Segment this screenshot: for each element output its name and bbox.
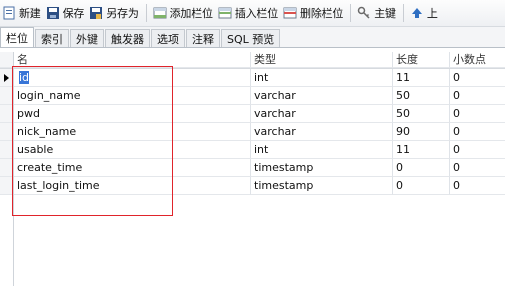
toolbar-separator xyxy=(402,4,404,22)
table-row[interactable]: pwd varchar 50 0 xyxy=(0,105,505,123)
field-decimals-cell[interactable]: 0 xyxy=(450,123,505,141)
toolbar-separator xyxy=(350,4,352,22)
tab-options[interactable]: 选项 xyxy=(151,29,185,47)
insert-field-icon xyxy=(218,6,232,20)
add-field-button[interactable]: 添加栏位 xyxy=(151,2,216,24)
field-name-cell[interactable]: pwd xyxy=(14,105,251,123)
row-indicator-cell xyxy=(0,105,14,123)
row-indicator-cell xyxy=(0,123,14,141)
row-indicator-cell xyxy=(0,87,14,105)
field-name-cell[interactable]: last_login_time xyxy=(14,177,251,195)
field-decimals-cell[interactable]: 0 xyxy=(450,177,505,195)
primary-key-label: 主键 xyxy=(374,7,396,20)
key-icon xyxy=(357,6,371,20)
fields-grid: 名 类型 长度 小数点 id int 11 0 login_name varch… xyxy=(0,48,505,286)
field-length-cell[interactable]: 11 xyxy=(393,141,450,159)
field-length-cell[interactable]: 50 xyxy=(393,87,450,105)
field-type-cell[interactable]: varchar xyxy=(251,105,393,123)
field-decimals-cell[interactable]: 0 xyxy=(450,69,505,87)
field-length-cell[interactable]: 0 xyxy=(393,159,450,177)
tab-sql-preview[interactable]: SQL 预览 xyxy=(221,29,281,47)
header-type[interactable]: 类型 xyxy=(251,52,393,68)
field-name-cell[interactable]: id xyxy=(14,69,251,87)
table-row[interactable]: nick_name varchar 90 0 xyxy=(0,123,505,141)
field-length-cell[interactable]: 11 xyxy=(393,69,450,87)
save-as-label: 另存为 xyxy=(106,7,139,20)
field-type-cell[interactable]: int xyxy=(251,69,393,87)
field-length-cell[interactable]: 90 xyxy=(393,123,450,141)
tab-bar: 栏位 索引 外键 触发器 选项 注释 SQL 预览 xyxy=(0,27,505,48)
current-row-arrow-icon xyxy=(4,74,9,82)
toolbar: 新建 保存 另存为 添加栏位 插入栏位 删除栏位 主键 上 xyxy=(0,0,505,27)
new-button[interactable]: 新建 xyxy=(0,2,44,24)
table-row[interactable]: login_name varchar 50 0 xyxy=(0,87,505,105)
field-type-cell[interactable]: int xyxy=(251,141,393,159)
table-row[interactable]: usable int 11 0 xyxy=(0,141,505,159)
move-up-button[interactable]: 上 xyxy=(408,2,441,24)
new-label: 新建 xyxy=(19,7,41,20)
row-indicator-cell xyxy=(0,141,14,159)
header-indicator-cell xyxy=(0,52,14,68)
row-indicator-cell xyxy=(0,159,14,177)
add-field-icon xyxy=(153,6,167,20)
field-name-cell[interactable]: login_name xyxy=(14,87,251,105)
save-button[interactable]: 保存 xyxy=(44,2,88,24)
grid-left-border xyxy=(13,68,14,286)
field-type-cell[interactable]: timestamp xyxy=(251,159,393,177)
delete-field-label: 删除栏位 xyxy=(300,7,344,20)
row-indicator-cell xyxy=(0,69,14,87)
field-name: id xyxy=(19,71,30,84)
tab-indexes[interactable]: 索引 xyxy=(35,29,69,47)
field-decimals-cell[interactable]: 0 xyxy=(450,159,505,177)
field-decimals-cell[interactable]: 0 xyxy=(450,141,505,159)
insert-field-label: 插入栏位 xyxy=(234,7,279,20)
arrow-up-icon xyxy=(410,6,424,20)
delete-field-button[interactable]: 删除栏位 xyxy=(281,2,346,24)
tab-fields[interactable]: 栏位 xyxy=(0,27,34,47)
field-decimals-cell[interactable]: 0 xyxy=(450,105,505,123)
new-file-icon xyxy=(2,6,16,20)
row-indicator-cell xyxy=(0,177,14,195)
field-type-cell[interactable]: varchar xyxy=(251,87,393,105)
header-decimals[interactable]: 小数点 xyxy=(450,52,505,68)
tab-triggers[interactable]: 触发器 xyxy=(105,29,150,47)
header-name[interactable]: 名 xyxy=(14,52,251,68)
move-up-label: 上 xyxy=(426,7,438,20)
field-type-cell[interactable]: timestamp xyxy=(251,177,393,195)
save-label: 保存 xyxy=(62,7,85,20)
insert-field-button[interactable]: 插入栏位 xyxy=(216,2,281,24)
field-length-cell[interactable]: 0 xyxy=(393,177,450,195)
save-icon xyxy=(46,6,60,20)
field-decimals-cell[interactable]: 0 xyxy=(450,87,505,105)
header-length[interactable]: 长度 xyxy=(393,52,450,68)
add-field-label: 添加栏位 xyxy=(169,7,213,20)
field-length-cell[interactable]: 50 xyxy=(393,105,450,123)
field-type-cell[interactable]: varchar xyxy=(251,123,393,141)
table-row[interactable]: id int 11 0 xyxy=(0,69,505,87)
field-name-cell[interactable]: usable xyxy=(14,141,251,159)
tab-comments[interactable]: 注释 xyxy=(186,29,220,47)
table-row[interactable]: last_login_time timestamp 0 0 xyxy=(0,177,505,195)
primary-key-button[interactable]: 主键 xyxy=(355,2,399,24)
field-name-cell[interactable]: nick_name xyxy=(14,123,251,141)
tab-foreign-keys[interactable]: 外键 xyxy=(70,29,104,47)
field-name-cell[interactable]: create_time xyxy=(14,159,251,177)
grid-header: 名 类型 长度 小数点 xyxy=(0,52,505,69)
delete-field-icon xyxy=(283,6,297,20)
table-row[interactable]: create_time timestamp 0 0 xyxy=(0,159,505,177)
save-as-button[interactable]: 另存为 xyxy=(87,2,141,24)
save-as-icon xyxy=(89,6,103,20)
toolbar-separator xyxy=(145,4,147,22)
